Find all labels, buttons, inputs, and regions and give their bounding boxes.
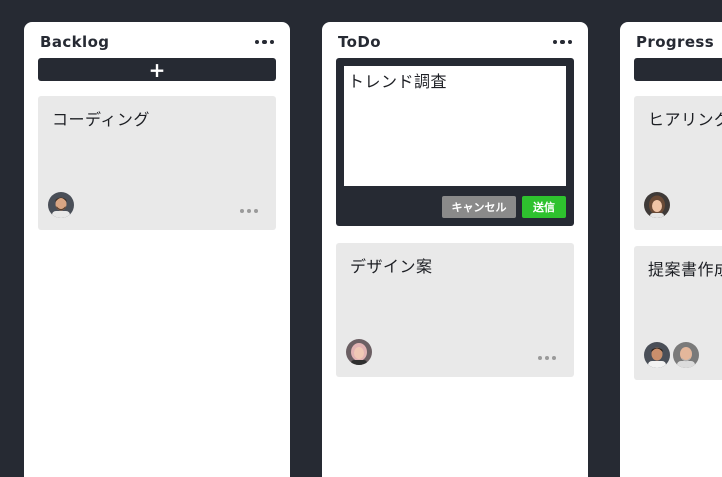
card-menu-icon[interactable] <box>240 209 258 213</box>
card-title: 提案書作成 <box>648 260 722 279</box>
card-assignees <box>644 192 670 218</box>
avatar[interactable] <box>644 342 670 368</box>
avatar[interactable] <box>346 339 372 365</box>
card-title: ヒアリング <box>648 110 722 129</box>
card-proposal[interactable]: 提案書作成 <box>634 246 722 380</box>
card-title-input[interactable] <box>344 66 566 186</box>
column-header: Backlog <box>40 32 276 52</box>
new-card-editor: キャンセル 送信 <box>336 58 574 226</box>
column-todo: ToDo キャンセル 送信 デザイン案 <box>322 22 588 477</box>
send-button[interactable]: 送信 <box>522 196 566 218</box>
card-coding[interactable]: コーディング <box>38 96 276 230</box>
cancel-button[interactable]: キャンセル <box>442 196 516 218</box>
card-assignees <box>346 339 372 365</box>
card-title: コーディング <box>52 110 150 129</box>
column-title: Progress <box>636 33 715 51</box>
card-design[interactable]: デザイン案 <box>336 243 574 377</box>
editor-actions: キャンセル 送信 <box>442 196 566 218</box>
card-title: デザイン案 <box>350 257 433 276</box>
add-card-button[interactable]: + <box>38 58 276 81</box>
column-title: Backlog <box>40 33 110 51</box>
card-assignees <box>644 342 699 368</box>
column-menu-icon[interactable] <box>253 38 277 47</box>
column-header: ToDo <box>338 32 574 52</box>
kanban-board: Backlog + コーディング ToDo トレンド調査 キャンセル 送信 デザ… <box>0 0 722 477</box>
add-card-button[interactable] <box>634 58 722 81</box>
column-title: ToDo <box>338 33 381 51</box>
avatar[interactable] <box>673 342 699 368</box>
card-menu-icon[interactable] <box>538 356 556 360</box>
card-assignees <box>48 192 74 218</box>
column-header: Progress <box>636 32 722 52</box>
column-progress: Progress ヒアリング 提案書作成 <box>620 22 722 477</box>
column-backlog: Backlog + コーディング <box>24 22 290 477</box>
column-menu-icon[interactable] <box>551 38 575 47</box>
avatar[interactable] <box>644 192 670 218</box>
card-hearing[interactable]: ヒアリング <box>634 96 722 230</box>
avatar[interactable] <box>48 192 74 218</box>
